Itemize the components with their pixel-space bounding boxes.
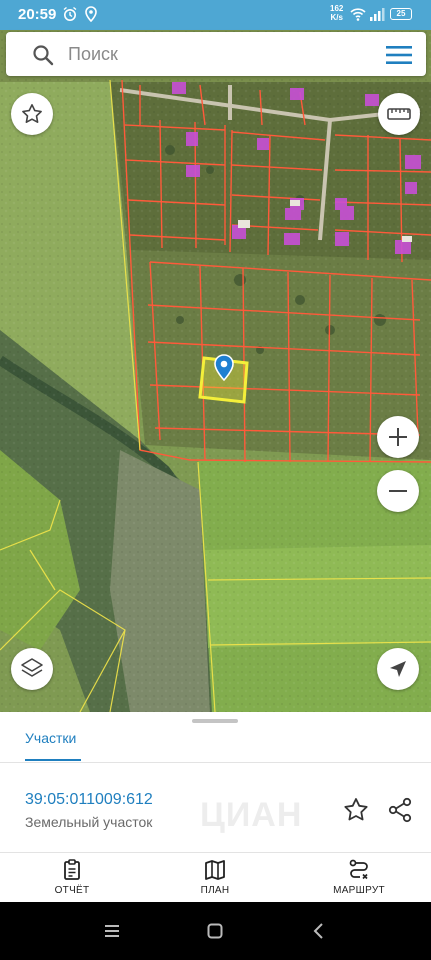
tab-parcels[interactable]: Участки	[25, 730, 76, 746]
layers-button[interactable]	[11, 648, 53, 690]
nav-route[interactable]: МАРШРУТ	[304, 858, 414, 900]
parcel-type: Земельный участок	[25, 814, 153, 830]
battery-indicator: 25	[390, 8, 412, 20]
recent-apps-icon[interactable]	[102, 922, 122, 940]
signal-icon	[370, 8, 385, 21]
my-location-button[interactable]	[377, 648, 419, 690]
zoom-out-icon	[389, 490, 407, 492]
status-time: 20:59	[18, 6, 57, 23]
divider	[0, 762, 431, 763]
map-view[interactable]	[0, 30, 431, 712]
favorite-map-button[interactable]	[11, 93, 53, 135]
back-icon[interactable]	[310, 922, 328, 940]
nav-plan-label: ПЛАН	[200, 885, 230, 896]
home-icon[interactable]	[206, 922, 224, 940]
zoom-out-button[interactable]	[377, 470, 419, 512]
search-icon[interactable]	[32, 44, 54, 66]
ruler-icon	[387, 108, 411, 120]
nav-report[interactable]: ОТЧЁТ	[17, 858, 127, 900]
nav-report-label: ОТЧЁТ	[54, 885, 90, 896]
nav-route-label: МАРШРУТ	[333, 885, 385, 896]
route-icon	[349, 859, 368, 880]
location-icon	[85, 6, 97, 22]
hamburger-menu-icon[interactable]	[386, 45, 412, 65]
parcel-cadastral-number[interactable]: 39:05:011009:612	[25, 791, 153, 809]
network-speed-value: 162	[330, 4, 344, 13]
location-pin-icon[interactable]	[213, 354, 235, 382]
star-icon[interactable]	[342, 796, 370, 824]
network-speed: 162 K/s	[330, 4, 343, 22]
clipboard-icon	[64, 859, 80, 880]
sheet-drag-handle[interactable]	[192, 719, 238, 723]
map-icon	[205, 860, 225, 880]
search-input[interactable]: Поиск	[68, 44, 118, 65]
divider	[0, 852, 431, 853]
ruler-button[interactable]	[378, 93, 420, 135]
alarm-icon	[63, 6, 77, 21]
status-bar: 20:59 162 K/s 25	[0, 0, 431, 30]
search-bar[interactable]: Поиск	[6, 32, 426, 76]
zoom-in-button[interactable]	[377, 416, 419, 458]
star-icon	[22, 104, 42, 123]
zoom-in-icon	[389, 428, 407, 446]
share-icon[interactable]	[386, 796, 414, 824]
wifi-icon	[350, 8, 366, 21]
network-speed-unit: K/s	[330, 13, 343, 22]
system-navigation-bar	[0, 902, 431, 960]
navigation-arrow-icon	[390, 661, 406, 677]
bottom-sheet: Участки ЦИАН 39:05:011009:612 Земельный …	[0, 712, 431, 902]
tab-underline	[25, 759, 81, 761]
nav-plan[interactable]: ПЛАН	[160, 858, 270, 900]
layers-icon	[21, 658, 43, 677]
watermark: ЦИАН	[200, 796, 303, 834]
